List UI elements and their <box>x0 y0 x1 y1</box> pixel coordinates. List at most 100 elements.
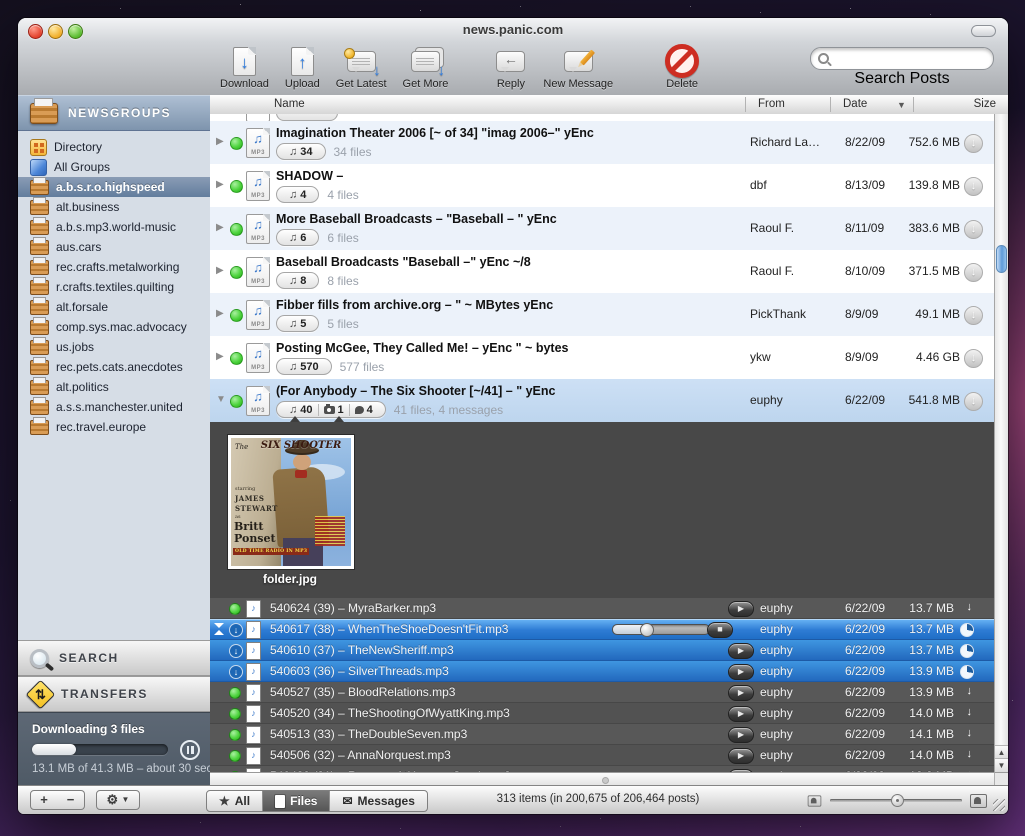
disclosure-triangle-icon[interactable]: ▶ <box>216 351 224 362</box>
play-button[interactable]: ▶ <box>728 601 754 617</box>
file-row[interactable]: ♪ 540527 (35) – BloodRelations.mp3 ▶ eup… <box>210 682 994 703</box>
file-row[interactable]: ↓ ♪ 540610 (37) – TheNewSheriff.mp3 ▶ eu… <box>210 640 994 661</box>
download-toolbar-button[interactable]: ↓ Download <box>220 45 269 90</box>
sidebar-item-newsgroup[interactable]: rec.pets.cats.anecdotes <box>18 357 210 377</box>
horizontal-scrollbar[interactable] <box>210 772 994 786</box>
stop-button[interactable]: ■ <box>707 622 733 638</box>
play-button[interactable]: ▶ <box>728 685 754 701</box>
add-button[interactable]: + <box>30 790 58 810</box>
sidebar-item-newsgroup[interactable]: us.jobs <box>18 337 210 357</box>
sidebar-item-newsgroup[interactable]: a.b.s.r.o.highspeed <box>18 177 210 197</box>
sidebar-item-newsgroup[interactable]: rec.crafts.metalworking <box>18 257 210 277</box>
reply-toolbar-button[interactable]: ← Reply <box>496 45 525 90</box>
play-button[interactable]: ▶ <box>728 706 754 722</box>
folder-jpg-thumbnail[interactable]: The SIX SHOOTER starring JAMES STEWART a… <box>228 435 354 569</box>
title-bar[interactable]: news.panic.com <box>18 18 1008 42</box>
resize-grip[interactable] <box>993 799 1005 811</box>
disclosure-triangle-icon[interactable]: ▶ <box>216 136 224 147</box>
play-button[interactable]: ▶ <box>728 748 754 764</box>
scroll-down-button[interactable]: ▼ <box>995 758 1008 772</box>
sidebar-item-newsgroup[interactable]: aus.cars <box>18 237 210 257</box>
playback-scrubber[interactable] <box>612 624 710 635</box>
sidebar-item-newsgroup[interactable]: Directory <box>18 137 210 157</box>
download-button[interactable]: ↓ <box>964 134 983 153</box>
play-button[interactable]: ▶ <box>728 727 754 743</box>
get-more-toolbar-button[interactable]: ↓ Get More <box>403 45 449 90</box>
download-button[interactable]: ↓ <box>964 177 983 196</box>
newsgroup-icon <box>30 380 49 395</box>
sidebar-item-newsgroup[interactable]: All Groups <box>18 157 210 177</box>
play-button[interactable]: ▶ <box>728 664 754 680</box>
action-menu-button[interactable]: ⚙ ▼ <box>96 790 140 810</box>
sidebar-item-newsgroup[interactable]: alt.politics <box>18 377 210 397</box>
group-row[interactable]: ▶ ♫MP3 Baseball Broadcasts "Baseball –" … <box>210 250 994 293</box>
column-header-size[interactable]: Size <box>974 98 996 110</box>
newsgroup-icon <box>30 360 49 375</box>
column-header-date[interactable]: Date <box>843 98 867 110</box>
delete-toolbar-button[interactable]: Delete <box>665 45 699 90</box>
from-cell: euphy <box>760 601 793 615</box>
group-row[interactable]: ▶ ♫MP3 Fibber fills from archive.org – "… <box>210 293 994 336</box>
sidebar-item-newsgroup[interactable]: rec.travel.europe <box>18 417 210 437</box>
get-latest-toolbar-button[interactable]: ↓ Get Latest <box>336 45 387 90</box>
transfer-status: Downloading 3 files <box>32 722 145 736</box>
toolbar-toggle-button[interactable] <box>971 25 996 37</box>
filter-files-tab[interactable]: Files <box>262 791 329 811</box>
pause-transfers-button[interactable] <box>180 740 200 760</box>
from-cell: euphy <box>750 393 838 407</box>
group-row[interactable]: ▶ ♫MP3 SHADOW – ♫4 4 files dbf 8/13/09 1… <box>210 164 994 207</box>
scroll-up-button[interactable]: ▲ <box>995 745 1008 759</box>
sidebar-item-newsgroup[interactable]: comp.sys.mac.advocacy <box>18 317 210 337</box>
group-row[interactable]: ▶ ♫MP3 More Baseball Broadcasts – "Baseb… <box>210 207 994 250</box>
date-cell: 6/22/09 <box>845 748 885 762</box>
available-dot-icon <box>229 750 241 762</box>
slider-thumb[interactable] <box>891 794 904 807</box>
file-row[interactable]: ♪ 540506 (32) – AnnaNorquest.mp3 ▶ euphy… <box>210 745 994 766</box>
file-row[interactable]: ♪ 540624 (39) – MyraBarker.mp3 ▶ euphy 6… <box>210 598 994 619</box>
horizontal-scrollbar-thumb[interactable] <box>602 777 609 784</box>
date-cell: 6/22/09 <box>845 685 885 699</box>
disclosure-triangle-icon[interactable]: ▶ <box>216 265 224 276</box>
group-row[interactable]: ▶ ♫MP3 Imagination Theater 2006 [~ of 34… <box>210 121 994 164</box>
newsgroups-section-header[interactable]: NEWSGROUPS <box>18 95 210 131</box>
sidebar-item-newsgroup[interactable]: alt.forsale <box>18 297 210 317</box>
upload-toolbar-button[interactable]: ↑ Upload <box>285 45 320 90</box>
thumbnail-size-slider[interactable] <box>830 799 962 802</box>
newsgroup-icon <box>30 180 49 195</box>
download-button[interactable]: ↓ <box>964 263 983 282</box>
column-header-from[interactable]: From <box>758 98 785 110</box>
file-row[interactable]: ↓ ♪ 540603 (36) – SilverThreads.mp3 ▶ eu… <box>210 661 994 682</box>
file-row[interactable]: ↓ ♪ 540617 (38) – WhenTheShoeDoesn'tFit.… <box>210 619 994 640</box>
new-message-toolbar-button[interactable]: New Message <box>543 45 613 90</box>
disclosure-triangle-icon[interactable]: ▶ <box>216 222 224 233</box>
vertical-scrollbar[interactable]: ▲ ▼ <box>994 114 1008 772</box>
download-button[interactable]: ↓ <box>964 392 983 411</box>
remove-button[interactable]: − <box>57 790 85 810</box>
search-section-header[interactable]: SEARCH <box>18 640 210 676</box>
disclosure-triangle-icon[interactable]: ▶ <box>216 179 224 190</box>
download-button[interactable]: ↓ <box>964 306 983 325</box>
filter-all-tab[interactable]: ★All <box>207 791 262 811</box>
group-row[interactable]: ▶ ♫MP3 Posting McGee, They Called Me! – … <box>210 336 994 379</box>
download-button[interactable]: ↓ <box>964 349 983 368</box>
newsgroup-icon <box>30 220 49 235</box>
disclosure-triangle-icon[interactable]: ▼ <box>216 394 226 405</box>
sidebar-item-newsgroup[interactable]: a.b.s.mp3.world-music <box>18 217 210 237</box>
file-row[interactable]: ♪ 540520 (34) – TheShootingOfWyattKing.m… <box>210 703 994 724</box>
filter-messages-tab[interactable]: ✉Messages <box>329 791 426 811</box>
sidebar-item-label: alt.forsale <box>56 300 108 314</box>
sidebar-item-newsgroup[interactable]: a.s.s.manchester.united <box>18 397 210 417</box>
newsgroup-icon <box>30 240 49 255</box>
vertical-scrollbar-thumb[interactable] <box>996 245 1007 273</box>
sidebar-item-newsgroup[interactable]: alt.business <box>18 197 210 217</box>
disclosure-triangle-icon[interactable]: ▶ <box>216 308 224 319</box>
transfers-section-header[interactable]: ⇅ TRANSFERS <box>18 676 210 712</box>
column-header-name[interactable]: Name <box>274 98 305 110</box>
play-button[interactable]: ▶ <box>728 643 754 659</box>
group-row[interactable]: ▼ ♫MP3 (For Anybody – The Six Shooter [~… <box>210 379 994 422</box>
size-cell: 541.8 MB <box>909 393 960 407</box>
sidebar-item-newsgroup[interactable]: r.crafts.textiles.quilting <box>18 277 210 297</box>
search-input[interactable] <box>810 47 994 70</box>
download-button[interactable]: ↓ <box>964 220 983 239</box>
file-row[interactable]: ♪ 540513 (33) – TheDoubleSeven.mp3 ▶ eup… <box>210 724 994 745</box>
